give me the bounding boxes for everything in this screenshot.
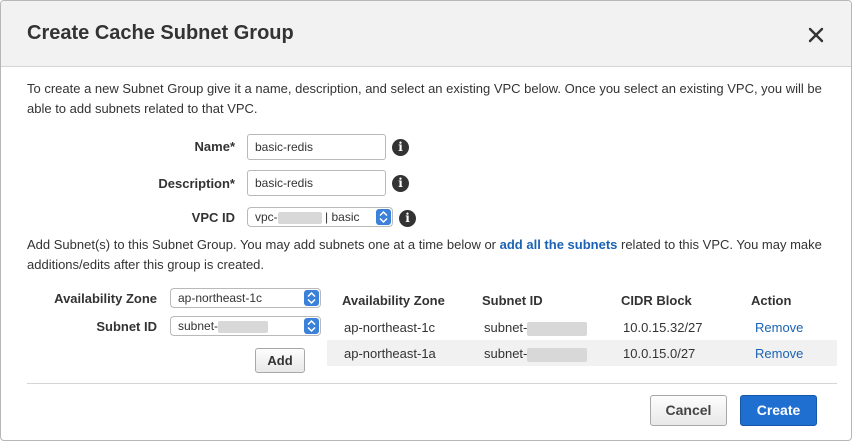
table-row: ap-northeast-1a subnet- 10.0.15.0/27 Rem… (327, 340, 837, 366)
availability-zone-value: ap-northeast-1c (178, 291, 263, 305)
intro-text: To create a new Subnet Group give it a n… (27, 81, 822, 116)
footer-divider (27, 383, 837, 384)
redacted-subnet-id (527, 321, 588, 336)
row-cidr-block: 10.0.15.0/27 (623, 346, 696, 361)
name-label: Name* (194, 139, 235, 154)
header-subnet-id: Subnet ID (482, 293, 543, 308)
vpc-id-select[interactable]: vpc- | basic (247, 207, 393, 227)
cancel-button[interactable]: Cancel (650, 395, 727, 426)
header-action: Action (751, 293, 792, 308)
vpc-id-prefix: vpc- (255, 210, 278, 224)
row-subnet-id-prefix: subnet- (484, 320, 528, 335)
subnet-id-label: Subnet ID (96, 319, 157, 334)
row-availability-zone: ap-northeast-1a (344, 346, 436, 361)
select-stepper-icon (304, 290, 319, 306)
row-subnet-id: subnet- (484, 320, 588, 336)
name-input[interactable]: basic-redis (247, 134, 386, 160)
add-all-subnets-link[interactable]: add all the subnets (500, 237, 618, 252)
subnet-id-select[interactable]: subnet- (170, 316, 321, 336)
select-stepper-icon (304, 318, 319, 334)
add-subnet-button[interactable]: Add (255, 348, 305, 373)
description-input[interactable]: basic-redis (247, 170, 386, 196)
add-subnets-text: Add Subnet(s) to this Subnet Group. You … (27, 235, 837, 275)
redacted-vpc-id (277, 211, 322, 224)
remove-link[interactable]: Remove (755, 346, 803, 361)
row-subnet-id-prefix: subnet- (484, 346, 528, 361)
table-row: ap-northeast-1c subnet- 10.0.15.32/27 Re… (327, 314, 837, 340)
dialog-title: Create Cache Subnet Group (27, 22, 294, 44)
redacted-subnet-id (527, 347, 588, 362)
info-icon[interactable]: i (392, 139, 409, 156)
availability-zone-select[interactable]: ap-northeast-1c (170, 288, 321, 308)
dialog-header: Create Cache Subnet Group (1, 1, 851, 67)
header-availability-zone: Availability Zone (342, 293, 445, 308)
close-icon[interactable] (804, 23, 828, 47)
info-icon[interactable]: i (399, 210, 416, 227)
redacted-subnet-id (218, 320, 269, 333)
row-subnet-id: subnet- (484, 346, 588, 362)
vpc-id-label: VPC ID (191, 210, 235, 225)
create-button[interactable]: Create (740, 395, 817, 426)
row-cidr-block: 10.0.15.32/27 (623, 320, 703, 335)
row-availability-zone: ap-northeast-1c (344, 320, 436, 335)
select-stepper-icon (376, 209, 391, 225)
availability-zone-label: Availability Zone (54, 291, 157, 306)
table-header: Availability Zone Subnet ID CIDR Block A… (327, 285, 837, 313)
add-subnets-text-before: Add Subnet(s) to this Subnet Group. You … (27, 237, 500, 252)
subnet-id-prefix: subnet- (178, 319, 219, 333)
remove-link[interactable]: Remove (755, 320, 803, 335)
header-cidr-block: CIDR Block (621, 293, 692, 308)
description-label: Description* (158, 176, 235, 191)
vpc-id-suffix: | basic (325, 210, 360, 224)
info-icon[interactable]: i (392, 175, 409, 192)
create-cache-subnet-group-dialog: Create Cache Subnet Group To create a ne… (0, 0, 852, 441)
